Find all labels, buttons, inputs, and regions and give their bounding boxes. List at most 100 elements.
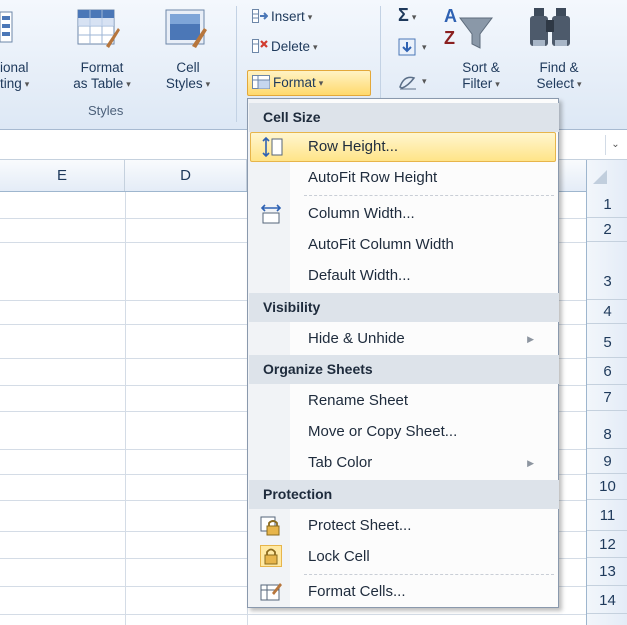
lock-cell-icon [260,545,282,567]
insert-button[interactable]: Insert ▾ [252,8,312,26]
row-header[interactable]: 11 [587,500,627,531]
row-header[interactable]: 4 [587,300,627,324]
conditional-formatting-button[interactable]: ional ting ▾ [0,60,44,92]
column-header-e[interactable]: E [0,160,125,191]
format-as-table-icon[interactable] [76,6,120,50]
menu-item-default-width[interactable]: Default Width... [250,261,556,291]
group-separator [236,6,237,122]
menu-item-autofit-row-height-label: AutoFit Row Height [308,169,438,186]
format-cells-icon [252,73,270,89]
menu-item-tab-color-label: Tab Color [308,454,373,471]
column-width-icon [260,203,282,225]
row-header[interactable]: 7 [587,385,627,411]
cell-styles-label-1: Cell [176,60,200,75]
menu-separator [304,574,554,575]
menu-item-autofit-row-height[interactable]: AutoFit Row Height [250,163,556,193]
menu-item-tab-color[interactable]: Tab Color ▶ [250,448,556,478]
menu-item-autofit-column-width-label: AutoFit Column Width [308,236,454,253]
format-as-table-label-2: as Table [73,76,124,91]
menu-item-column-width[interactable]: Column Width... [250,199,556,229]
column-header-d[interactable]: D [125,160,247,191]
clear-button[interactable]: ▾ [398,72,434,92]
sort-filter-button[interactable]: Sort & Filter ▾ [446,60,516,92]
menu-item-row-height-label: Row Height... [308,138,399,155]
sort-filter-label-1: Sort & [462,60,500,75]
insert-label: Insert [271,9,305,24]
svg-text:A: A [444,6,457,26]
row-header[interactable]: 6 [587,358,627,385]
row-header[interactable]: 5 [587,324,627,358]
menu-item-protect-sheet-label: Protect Sheet... [308,517,412,534]
format-label: Format [273,75,316,90]
row-header[interactable]: 2 [587,218,627,242]
protect-sheet-icon [260,515,282,537]
dropdown-arrow-icon: ▾ [205,79,211,89]
section-protection: Protection [249,480,559,509]
cell-styles-button[interactable]: Cell Styles ▾ [152,60,224,92]
dropdown-arrow-icon: ▾ [307,12,313,22]
menu-separator [304,195,554,196]
format-as-table-label-1: Format [80,60,124,75]
delete-cells-icon [252,39,268,53]
section-visibility: Visibility [249,293,559,322]
dropdown-arrow-icon: ▾ [318,78,324,88]
fill-button[interactable]: ▾ [398,38,434,58]
row-header[interactable]: 12 [587,531,627,558]
menu-item-lock-cell-label: Lock Cell [308,548,370,565]
select-all-corner-icon[interactable] [593,170,607,184]
section-organize-sheets: Organize Sheets [249,355,559,384]
row-header[interactable]: 8 [587,411,627,449]
menu-item-hide-unhide-label: Hide & Unhide [308,330,405,347]
cell-styles-label-2: Styles [165,76,203,91]
svg-text:▾: ▾ [422,43,427,53]
format-as-table-button[interactable]: Format as Table ▾ [62,60,142,92]
menu-item-rename-sheet-label: Rename Sheet [308,392,409,409]
styles-group-label: Styles [88,103,124,118]
section-cell-size: Cell Size [249,103,559,132]
sort-filter-icon[interactable]: A Z [442,4,494,54]
menu-item-hide-unhide[interactable]: Hide & Unhide ▶ [250,324,556,354]
insert-cells-icon [252,9,269,23]
submenu-arrow-icon: ▶ [527,334,534,344]
menu-item-autofit-column-width[interactable]: AutoFit Column Width [250,230,556,260]
dropdown-arrow-icon: ▾ [24,79,30,89]
cell-styles-icon[interactable] [164,6,208,50]
format-dropdown-menu: Cell Size Row Height... AutoFit Row Heig… [247,98,559,608]
delete-button[interactable]: Delete ▾ [252,38,318,56]
menu-item-lock-cell[interactable]: Lock Cell [250,542,556,572]
menu-item-row-height[interactable]: Row Height... [250,132,556,162]
svg-text:▾: ▾ [422,77,427,87]
menu-item-move-copy-sheet-label: Move or Copy Sheet... [308,423,458,440]
row-header[interactable]: 1 [587,192,627,218]
autosum-button[interactable]: Σ ▾ [398,6,416,26]
delete-label: Delete [271,39,311,54]
dropdown-arrow-icon: ▾ [411,12,417,22]
row-height-icon [261,136,283,158]
menu-item-rename-sheet[interactable]: Rename Sheet [250,386,556,416]
binoculars-icon[interactable] [528,4,576,52]
gridline [125,192,126,625]
row-header[interactable]: 13 [587,558,627,586]
expand-formula-bar-icon[interactable]: ⌄ [605,135,625,155]
conditional-formatting-icon[interactable] [0,10,14,44]
row-header[interactable]: 3 [587,242,627,300]
dropdown-arrow-icon: ▾ [577,79,582,89]
row-header[interactable]: 10 [587,474,627,500]
row-header[interactable]: 14 [587,586,627,614]
dropdown-arrow-icon: ▾ [126,79,131,89]
find-select-button[interactable]: Find & Select ▾ [524,60,594,92]
row-header[interactable]: 9 [587,449,627,474]
menu-item-move-copy-sheet[interactable]: Move or Copy Sheet... [250,417,556,447]
menu-item-format-cells[interactable]: Format Cells... [250,577,556,607]
format-button[interactable]: Format ▾ [247,70,371,96]
svg-text:Z: Z [444,28,455,48]
conditional-formatting-label-2: ting [0,76,22,91]
find-select-label-1: Find & [539,60,579,75]
menu-item-protect-sheet[interactable]: Protect Sheet... [250,511,556,541]
dropdown-arrow-icon: ▾ [313,42,318,52]
menu-item-column-width-label: Column Width... [308,205,415,222]
conditional-formatting-label-1: ional [0,60,29,75]
gridline [0,614,586,615]
row-header-column: 1 2 3 4 5 6 7 8 9 10 11 12 13 14 [586,160,627,625]
menu-item-format-cells-label: Format Cells... [308,583,406,600]
